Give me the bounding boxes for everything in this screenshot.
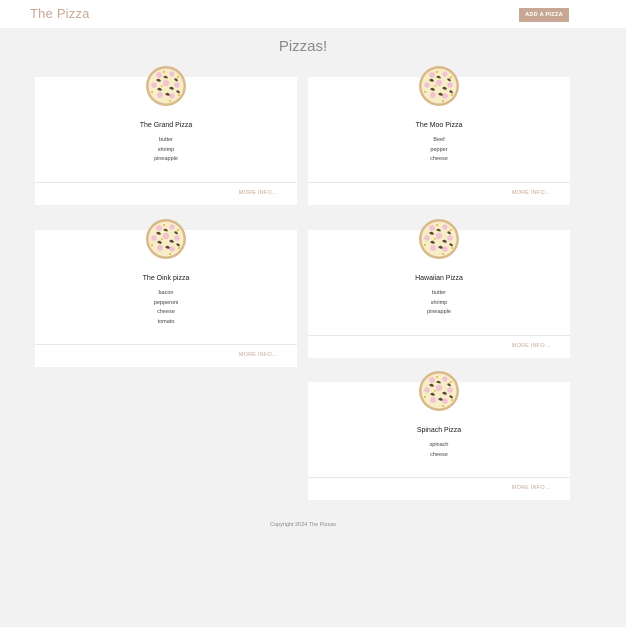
card-divider (35, 344, 297, 345)
pizza-icon (146, 66, 186, 106)
ingredient-list: butter shrimp pineapple (308, 289, 570, 318)
pizza-icon (419, 371, 459, 411)
ingredient-item: shrimp (430, 299, 448, 306)
add-pizza-button[interactable]: ADD A PIZZA (519, 8, 569, 22)
ingredient-item: shrimp (157, 146, 175, 153)
page-title: Pizzas! (278, 38, 328, 55)
ingredient-item: bacon (158, 290, 174, 296)
pizza-name: Hawaiian Pizza (415, 275, 463, 282)
ingredient-item: butter (158, 137, 174, 143)
card-divider (308, 477, 570, 478)
more-info-link[interactable]: MORE INFO... (239, 352, 277, 358)
ingredient-list: bacon pepperoni cheese tomato (35, 289, 297, 327)
card-divider (35, 182, 297, 183)
pizza-card: The Grand Pizza butter shrimp pineapple … (35, 66, 297, 205)
ingredient-list: butter shrimp pineapple (35, 136, 297, 165)
pizza-icon (419, 66, 459, 106)
pizza-icon (419, 219, 459, 259)
more-info-link[interactable]: MORE INFO... (512, 343, 550, 349)
card-divider (308, 335, 570, 336)
ingredient-item: pineapple (427, 309, 451, 315)
ingredient-item: cheese (430, 451, 448, 458)
pizza-name: The Grand Pizza (139, 122, 193, 129)
ingredient-item: butter (431, 290, 447, 296)
pizza-card: The Oink pizza bacon pepperoni cheese to… (35, 219, 297, 367)
ingredient-item: cheese (430, 156, 448, 162)
more-info-link[interactable]: MORE INFO... (512, 190, 550, 196)
more-info-link[interactable]: MORE INFO... (239, 190, 277, 196)
ingredient-item: tomato (157, 318, 175, 325)
ingredient-item: pepper (430, 146, 448, 153)
pizza-name: Spinach Pizza (416, 427, 462, 434)
ingredient-item: Beef (433, 137, 445, 143)
pizza-name: The Oink pizza (142, 275, 190, 282)
pizza-icon (146, 219, 186, 259)
ingredient-item: spinach (429, 442, 449, 448)
pizza-card: Hawaiian Pizza butter shrimp pineapple M… (308, 219, 570, 358)
brand-logo[interactable]: The Pizza (30, 6, 90, 21)
ingredient-item: cheese (157, 309, 175, 315)
pizza-card: The Moo Pizza Beef pepper cheese MORE IN… (308, 66, 570, 205)
card-divider (308, 182, 570, 183)
ingredient-list: spinach cheese (308, 441, 570, 460)
pizza-card: Spinach Pizza spinach cheese MORE INFO..… (308, 371, 570, 500)
ingredient-list: Beef pepper cheese (308, 136, 570, 165)
ingredient-item: pineapple (154, 156, 178, 162)
footer-copyright: Copyright 2024 The Pizzas (270, 522, 336, 528)
navbar: The Pizza ADD A PIZZA (0, 0, 626, 28)
more-info-link[interactable]: MORE INFO... (512, 485, 550, 491)
pizza-name: The Moo Pizza (415, 122, 463, 129)
ingredient-item: pepperoni (153, 299, 179, 306)
